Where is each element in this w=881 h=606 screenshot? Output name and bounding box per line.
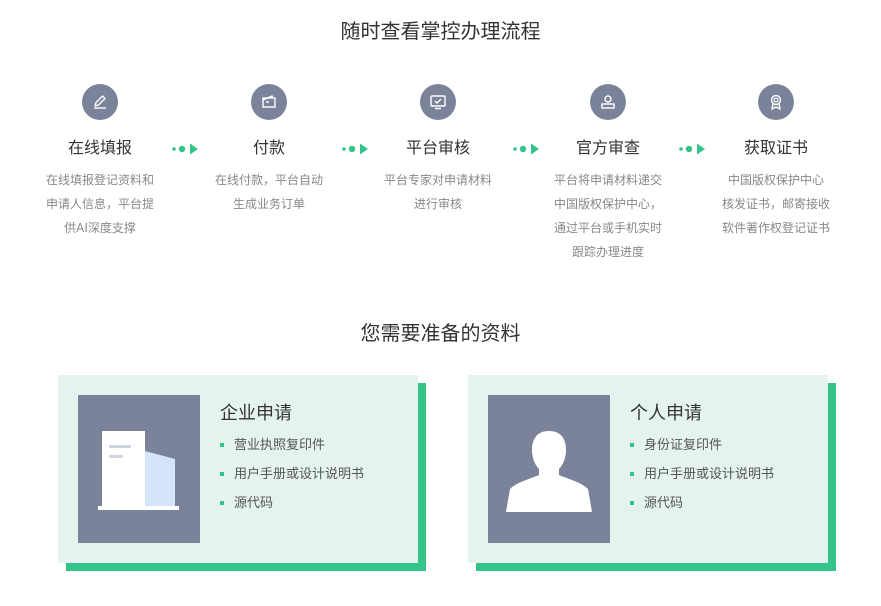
step-name: 官方审查 [575, 138, 640, 157]
step-name: 付款 [252, 138, 285, 157]
step-description: 在线填报登记资料和 申请人信息，平台提 供AI深度支撑 [45, 173, 154, 235]
flow-arrow-icon [172, 143, 198, 155]
list-item: 身份证复印件 [630, 431, 774, 460]
flow-arrow-icon [679, 143, 705, 155]
step-description: 平台将申请材料递交 中国版权保护中心， 通过平台或手机实时 跟踪办理进度 [553, 173, 662, 259]
list-item: 用户手册或设计说明书 [220, 460, 364, 489]
flow-arrow-icon [342, 143, 368, 155]
card-title: 个人申请 [630, 403, 702, 424]
step-name: 在线填报 [67, 138, 132, 157]
building-icon [78, 395, 200, 543]
flow-arrow-icon [513, 143, 539, 155]
medal-icon [758, 84, 794, 120]
flow-step-official-examination: 官方审查 平台将申请材料递交 中国版权保护中心， 通过平台或手机实时 跟踪办理进度 [543, 84, 673, 264]
flow-section-title: 随时查看掌控办理流程 [340, 19, 541, 43]
card-title: 企业申请 [220, 403, 292, 424]
materials-section-title: 您需要准备的资料 [360, 321, 521, 345]
personal-application-card: 个人申请 身份证复印件 用户手册或设计说明书 源代码 [468, 375, 828, 563]
list-item: 源代码 [220, 489, 364, 518]
list-item: 营业执照复印件 [220, 431, 364, 460]
material-list: 营业执照复印件 用户手册或设计说明书 源代码 [220, 431, 364, 518]
step-description: 平台专家对申请材料 进行审核 [383, 173, 492, 211]
step-description: 中国版权保护中心 核发证书，邮寄接收 软件著作权登记证书 [721, 173, 830, 235]
enterprise-application-card: 企业申请 营业执照复印件 用户手册或设计说明书 源代码 [58, 375, 418, 563]
official-person-icon [590, 84, 626, 120]
flow-step-online-fill: 在线填报 在线填报登记资料和 申请人信息，平台提 供AI深度支撑 [35, 84, 165, 240]
step-name: 获取证书 [743, 138, 808, 157]
pencil-icon [82, 84, 118, 120]
wallet-icon [251, 84, 287, 120]
step-name: 平台审核 [405, 138, 470, 157]
person-silhouette-icon [488, 395, 610, 543]
step-description: 在线付款，平台自动 生成业务订单 [214, 173, 323, 211]
monitor-check-icon [420, 84, 456, 120]
material-list: 身份证复印件 用户手册或设计说明书 源代码 [630, 431, 774, 518]
flow-step-payment: 付款 在线付款，平台自动 生成业务订单 [204, 84, 334, 216]
list-item: 源代码 [630, 489, 774, 518]
list-item: 用户手册或设计说明书 [630, 460, 774, 489]
flow-step-get-certificate: 获取证书 中国版权保护中心 核发证书，邮寄接收 软件著作权登记证书 [711, 84, 841, 240]
flow-step-platform-review: 平台审核 平台专家对申请材料 进行审核 [373, 84, 503, 216]
